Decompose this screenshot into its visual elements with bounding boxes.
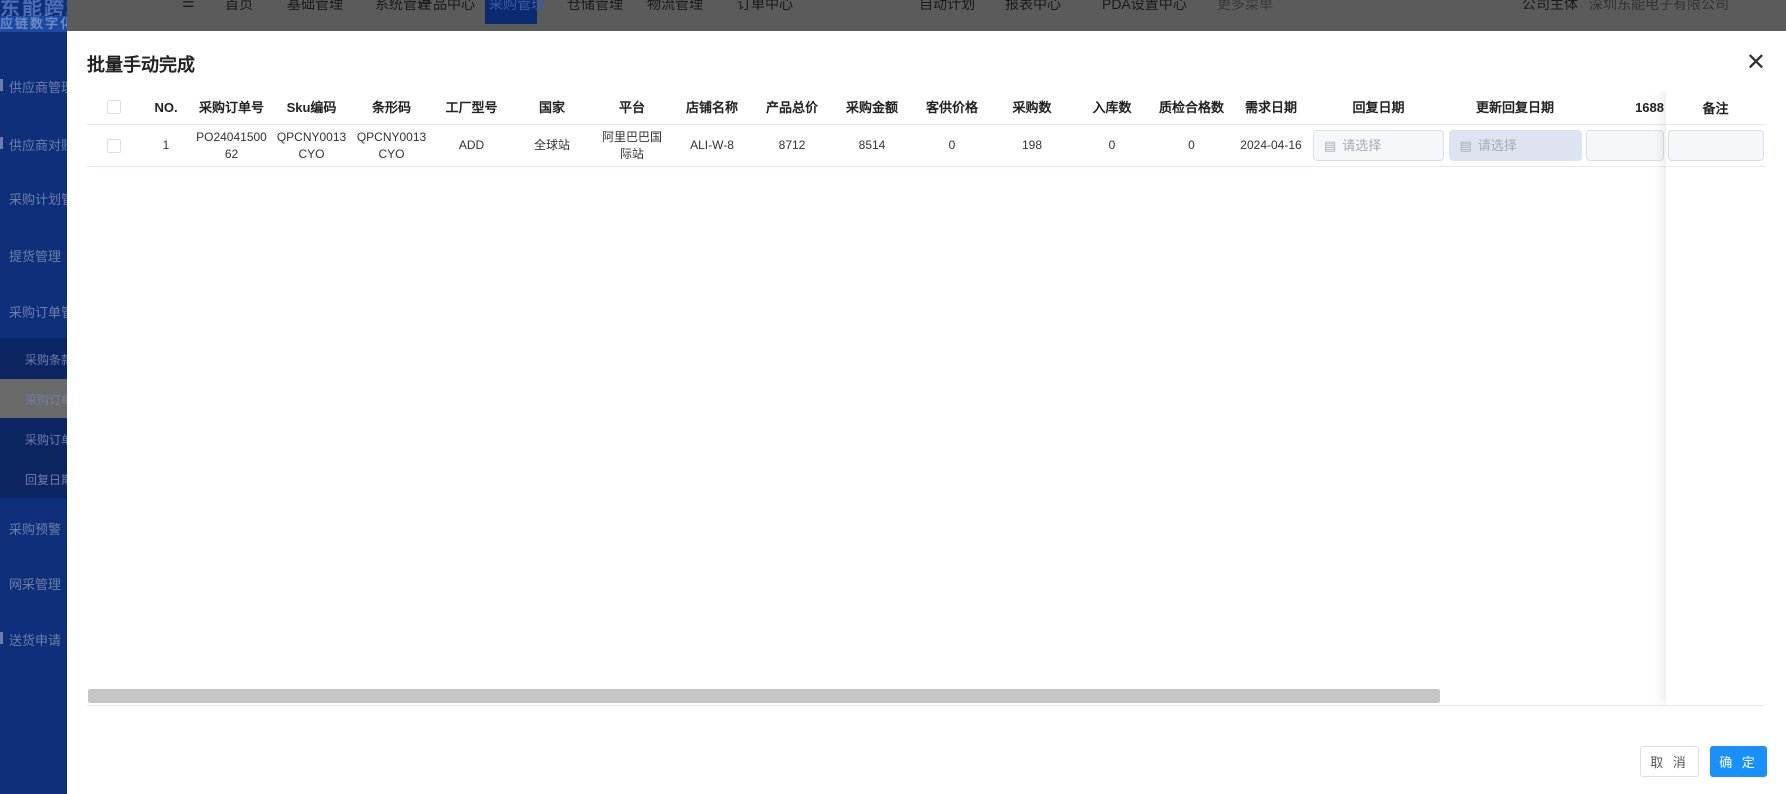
sidebar-item-purchase-order[interactable]: 采购订单管理 — [9, 302, 67, 321]
cell-in-qty: 0 — [1108, 138, 1116, 152]
col-in-qty: 入库数 — [1092, 99, 1132, 115]
col-shop: 店铺名称 — [685, 99, 738, 115]
reply-date-picker[interactable]: ▤ 请选择 — [1313, 130, 1444, 161]
nav-auto-plan[interactable]: 自动计划 — [919, 0, 975, 14]
col-country: 国家 — [538, 99, 565, 115]
sidebar-item-online-purchase[interactable]: 网采管理 — [9, 574, 61, 593]
col-remark: 备注 — [1666, 90, 1765, 125]
col-platform: 平台 — [618, 99, 645, 115]
col-factory: 工厂型号 — [445, 99, 498, 115]
nav-home[interactable]: 首页 — [225, 0, 253, 14]
row-checkbox[interactable] — [106, 138, 121, 153]
nav-product-visible[interactable]: 产品中心 — [419, 0, 475, 14]
sidebar-item-pickup[interactable]: 提货管理 — [9, 246, 61, 265]
col-amount: 采购金额 — [845, 99, 898, 115]
sidebar-item-delivery[interactable]: 送货申请 — [9, 630, 61, 649]
nav-report[interactable]: 报表中心 — [1005, 0, 1061, 14]
dialog-title: 批量手动完成 — [87, 55, 195, 75]
fixed-remark-column: 备注 — [1666, 90, 1765, 705]
sidebar-item-purchase-plan[interactable]: 采购计划管理 — [9, 189, 67, 208]
col-update-reply-date: 更新回复日期 — [1475, 99, 1554, 115]
logo: 东能跨境电商 应链数字化管理平台 — [0, 0, 67, 35]
remark-input[interactable] — [1667, 130, 1764, 161]
col-1688: 1688 — [1635, 99, 1664, 115]
batch-complete-dialog: 批量手动完成 ✕ NO. 采购订单号 Sku编码 条形码 工厂型号 国家 平台 … — [67, 31, 1786, 794]
nav-warehouse[interactable]: 仓储管理 — [567, 0, 623, 14]
submenu-item[interactable]: 回复日期 — [25, 471, 67, 488]
col-sku: Sku编码 — [286, 99, 337, 115]
col-cust-price: 客供价格 — [925, 99, 978, 115]
cell-shop: ALI-W-8 — [690, 138, 734, 152]
cell-need-date: 2024-04-16 — [1240, 138, 1302, 152]
cell-country: 全球站 — [533, 138, 570, 152]
cell-qc-qty: 0 — [1188, 138, 1195, 152]
submenu-item[interactable]: 采购条款 — [25, 351, 67, 368]
col-qc-qty: 质检合格数 — [1158, 99, 1224, 115]
update-reply-date-picker: ▤ 请选择 — [1448, 130, 1582, 161]
col-total: 产品总价 — [765, 99, 818, 115]
col-qty: 采购数 — [1012, 99, 1052, 115]
cell-no: 1 — [162, 138, 170, 152]
cell-sku: QPCNY0013CYO — [276, 129, 347, 161]
company-select[interactable]: 深圳东能电子有限公司 — [1589, 0, 1729, 14]
col-reply-date: 回复日期 — [1352, 99, 1405, 115]
data-table: NO. 采购订单号 Sku编码 条形码 工厂型号 国家 平台 店铺名称 产品总价… — [87, 90, 1765, 705]
submenu-item[interactable]: 采购订单 — [25, 431, 67, 448]
select-all-checkbox[interactable] — [106, 100, 121, 114]
sidebar-item-supplier-reconcile[interactable]: 供应商对账 — [9, 135, 67, 154]
cell-cust-price: 0 — [948, 138, 956, 152]
close-icon[interactable]: ✕ — [1746, 51, 1766, 75]
nav-orders[interactable]: 订单中心 — [737, 0, 793, 14]
col-barcode: 条形码 — [371, 99, 411, 115]
cell-order: PO2404150062 — [196, 129, 267, 161]
sidebar-item-supplier[interactable]: 供应商管理 — [9, 77, 67, 96]
cell-factory: ADD — [458, 138, 485, 152]
calendar-icon: ▤ — [1324, 138, 1337, 153]
cell-platform: 阿里巴巴国际站 — [602, 129, 663, 161]
nav-more[interactable]: 更多菜单 — [1217, 0, 1273, 14]
menu-toggle-icon[interactable]: ☰ — [182, 0, 195, 11]
top-nav: ☰ 首页 基础管理 系统管理 产品中心 产品中心 采购管理 仓储管理 物流管理 … — [167, 0, 1786, 31]
input-1688[interactable] — [1586, 130, 1664, 161]
company-label: 公司主体 — [1522, 0, 1578, 12]
table-header: NO. 采购订单号 Sku编码 条形码 工厂型号 国家 平台 店铺名称 产品总价… — [87, 90, 1765, 125]
col-order: 采购订单号 — [198, 99, 264, 115]
table-row: 1 PO2404150062 QPCNY0013CYO QPCNY0013CYO… — [87, 125, 1765, 167]
nav-basic[interactable]: 基础管理 — [287, 0, 343, 14]
col-need-date: 需求日期 — [1244, 99, 1297, 115]
confirm-button[interactable]: 确 定 — [1710, 746, 1767, 777]
cell-barcode: QPCNY0013CYO — [356, 129, 427, 161]
sidebar: 东能跨境电商 应链数字化管理平台 供应商管理 供应商对账 采购计划管理 提货管理… — [0, 0, 67, 794]
submenu-item-active[interactable]: 采购订单 — [25, 391, 67, 408]
cell-amount: 8514 — [858, 138, 886, 152]
nav-purchase-active[interactable]: 采购管理 — [489, 0, 545, 14]
cancel-button[interactable]: 取 消 — [1640, 746, 1699, 777]
sidebar-item-warning[interactable]: 采购预警 — [9, 519, 61, 538]
col-no: NO. — [154, 99, 178, 115]
nav-pda[interactable]: PDA设置中心 — [1102, 0, 1187, 14]
cell-total: 8712 — [778, 138, 806, 152]
calendar-icon: ▤ — [1459, 138, 1472, 153]
horizontal-scrollbar[interactable] — [88, 689, 1440, 703]
nav-logistics[interactable]: 物流管理 — [647, 0, 703, 14]
cell-qty: 198 — [1021, 138, 1043, 152]
